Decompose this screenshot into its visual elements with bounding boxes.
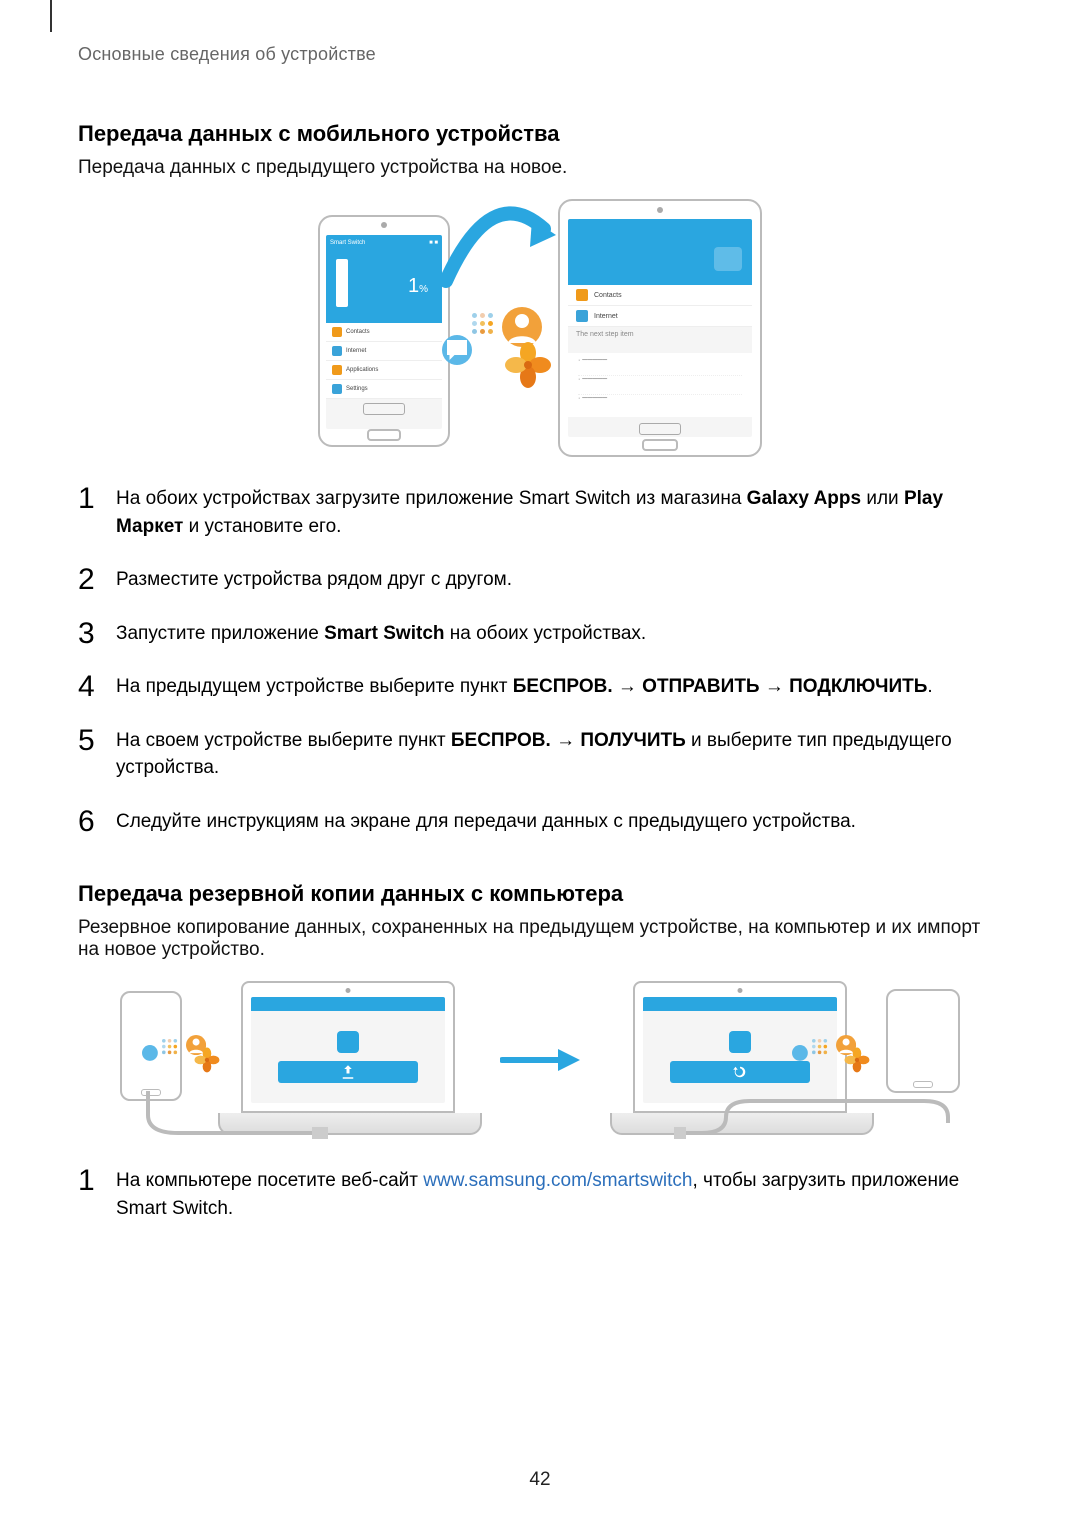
phone-topbar: Smart Switch ■ ■ <box>326 235 442 251</box>
phone-progress-bar <box>336 259 348 307</box>
arrow-right-icon <box>500 1045 582 1075</box>
gallery-icon <box>194 1047 220 1077</box>
phone-cancel-button <box>363 403 405 415</box>
tablet-home-button <box>642 439 678 451</box>
apps-grid-icon <box>162 1039 177 1054</box>
apps-grid-icon <box>472 313 493 334</box>
phone-progress: 1% <box>326 251 442 323</box>
step-item: Следуйте инструкциям на экране для перед… <box>78 808 1002 836</box>
phone-row: Applications <box>326 361 442 380</box>
gallery-icon <box>844 1047 870 1077</box>
transfer-icons-cluster-small <box>800 1037 888 1087</box>
left-group <box>120 981 470 1141</box>
file-icon <box>337 1031 359 1053</box>
tablet-device: Contacts Internet The next step item · ─… <box>558 199 762 457</box>
top-rule <box>50 0 52 32</box>
step-item: На компьютере посетите веб-сайт www.sams… <box>78 1167 1002 1222</box>
phone-camera <box>381 222 387 228</box>
page-number: 42 <box>0 1469 1080 1491</box>
file-icon <box>729 1031 751 1053</box>
section2-intro: Резервное копирование данных, сохраненны… <box>78 917 1002 961</box>
illustration-computer-transfer <box>78 981 1002 1141</box>
section1-steps: На обоих устройствах загрузите приложени… <box>78 485 1002 835</box>
phone-row: Contacts <box>326 323 442 342</box>
contacts-icon <box>332 327 342 337</box>
step-item: Разместите устройства рядом друг с друго… <box>78 566 1002 594</box>
step-item: На своем устройстве выберите пункт БЕСПР… <box>78 727 1002 782</box>
tablet-topbar <box>568 219 752 233</box>
tablet-camera <box>657 207 663 213</box>
tablet-badge <box>714 247 742 271</box>
section1-intro: Передача данных с предыдущего устройства… <box>78 157 1002 179</box>
phone-row-label: Applications <box>346 367 378 373</box>
chat-bubble-icon <box>442 335 472 365</box>
phone-rows: Contacts Internet Applications Settings <box>326 323 442 399</box>
upload-button <box>278 1061 418 1083</box>
phone-progress-percent: 1% <box>408 275 428 298</box>
transfer-arrow-icon <box>436 201 556 301</box>
tablet-row-label: Contacts <box>594 292 622 299</box>
phone-row-label: Contacts <box>346 329 370 335</box>
phone-home-button <box>367 429 401 441</box>
section2-steps: На компьютере посетите веб-сайт www.sams… <box>78 1167 1002 1222</box>
tablet-screen: Contacts Internet The next step item · ─… <box>568 219 752 437</box>
tablet-small <box>886 989 960 1093</box>
tablet-list: · ───── · ───── · ───── <box>568 353 752 417</box>
phone-screen: Smart Switch ■ ■ 1% Contacts Internet Ap… <box>326 235 442 429</box>
tablet-note: The next step item <box>568 327 752 353</box>
smartswitch-link[interactable]: www.samsung.com/smartswitch <box>423 1170 692 1191</box>
phone-row-label: Internet <box>346 348 366 354</box>
section1-title: Передача данных с мобильного устройства <box>78 121 1002 147</box>
illustration-mobile-transfer: Smart Switch ■ ■ 1% Contacts Internet Ap… <box>78 199 1002 459</box>
step-item: Запустите приложение Smart Switch на обо… <box>78 620 1002 648</box>
tablet-row: Contacts <box>568 285 752 306</box>
right-group <box>610 981 960 1141</box>
upload-icon <box>339 1063 357 1081</box>
tablet-cancel-button <box>639 423 681 435</box>
tablet-row: Internet <box>568 306 752 327</box>
settings-icon <box>332 384 342 394</box>
restore-button <box>670 1061 810 1083</box>
phone-row-label: Settings <box>346 386 368 392</box>
internet-icon <box>576 310 588 322</box>
step-item: На предыдущем устройстве выберите пункт … <box>78 673 1002 701</box>
chat-bubble-icon <box>792 1045 808 1061</box>
applications-icon <box>332 365 342 375</box>
contacts-icon <box>576 289 588 301</box>
apps-grid-icon <box>812 1039 827 1054</box>
tablet-row-label: Internet <box>594 313 618 320</box>
chat-bubble-icon <box>142 1045 158 1061</box>
internet-icon <box>332 346 342 356</box>
section2-title: Передача резервной копии данных с компью… <box>78 881 1002 907</box>
phone-row: Internet <box>326 342 442 361</box>
phone-row: Settings <box>326 380 442 399</box>
transfer-icons-cluster <box>464 305 544 385</box>
phone-device: Smart Switch ■ ■ 1% Contacts Internet Ap… <box>318 215 450 447</box>
laptop-left <box>218 981 478 1131</box>
header-text: Основные сведения об устройстве <box>78 0 1002 75</box>
restore-icon <box>731 1063 749 1081</box>
phone-app-title: Smart Switch <box>330 240 365 246</box>
step-item: На обоих устройствах загрузите приложени… <box>78 485 1002 540</box>
tablet-panel <box>568 233 752 285</box>
gallery-icon <box>504 341 552 394</box>
